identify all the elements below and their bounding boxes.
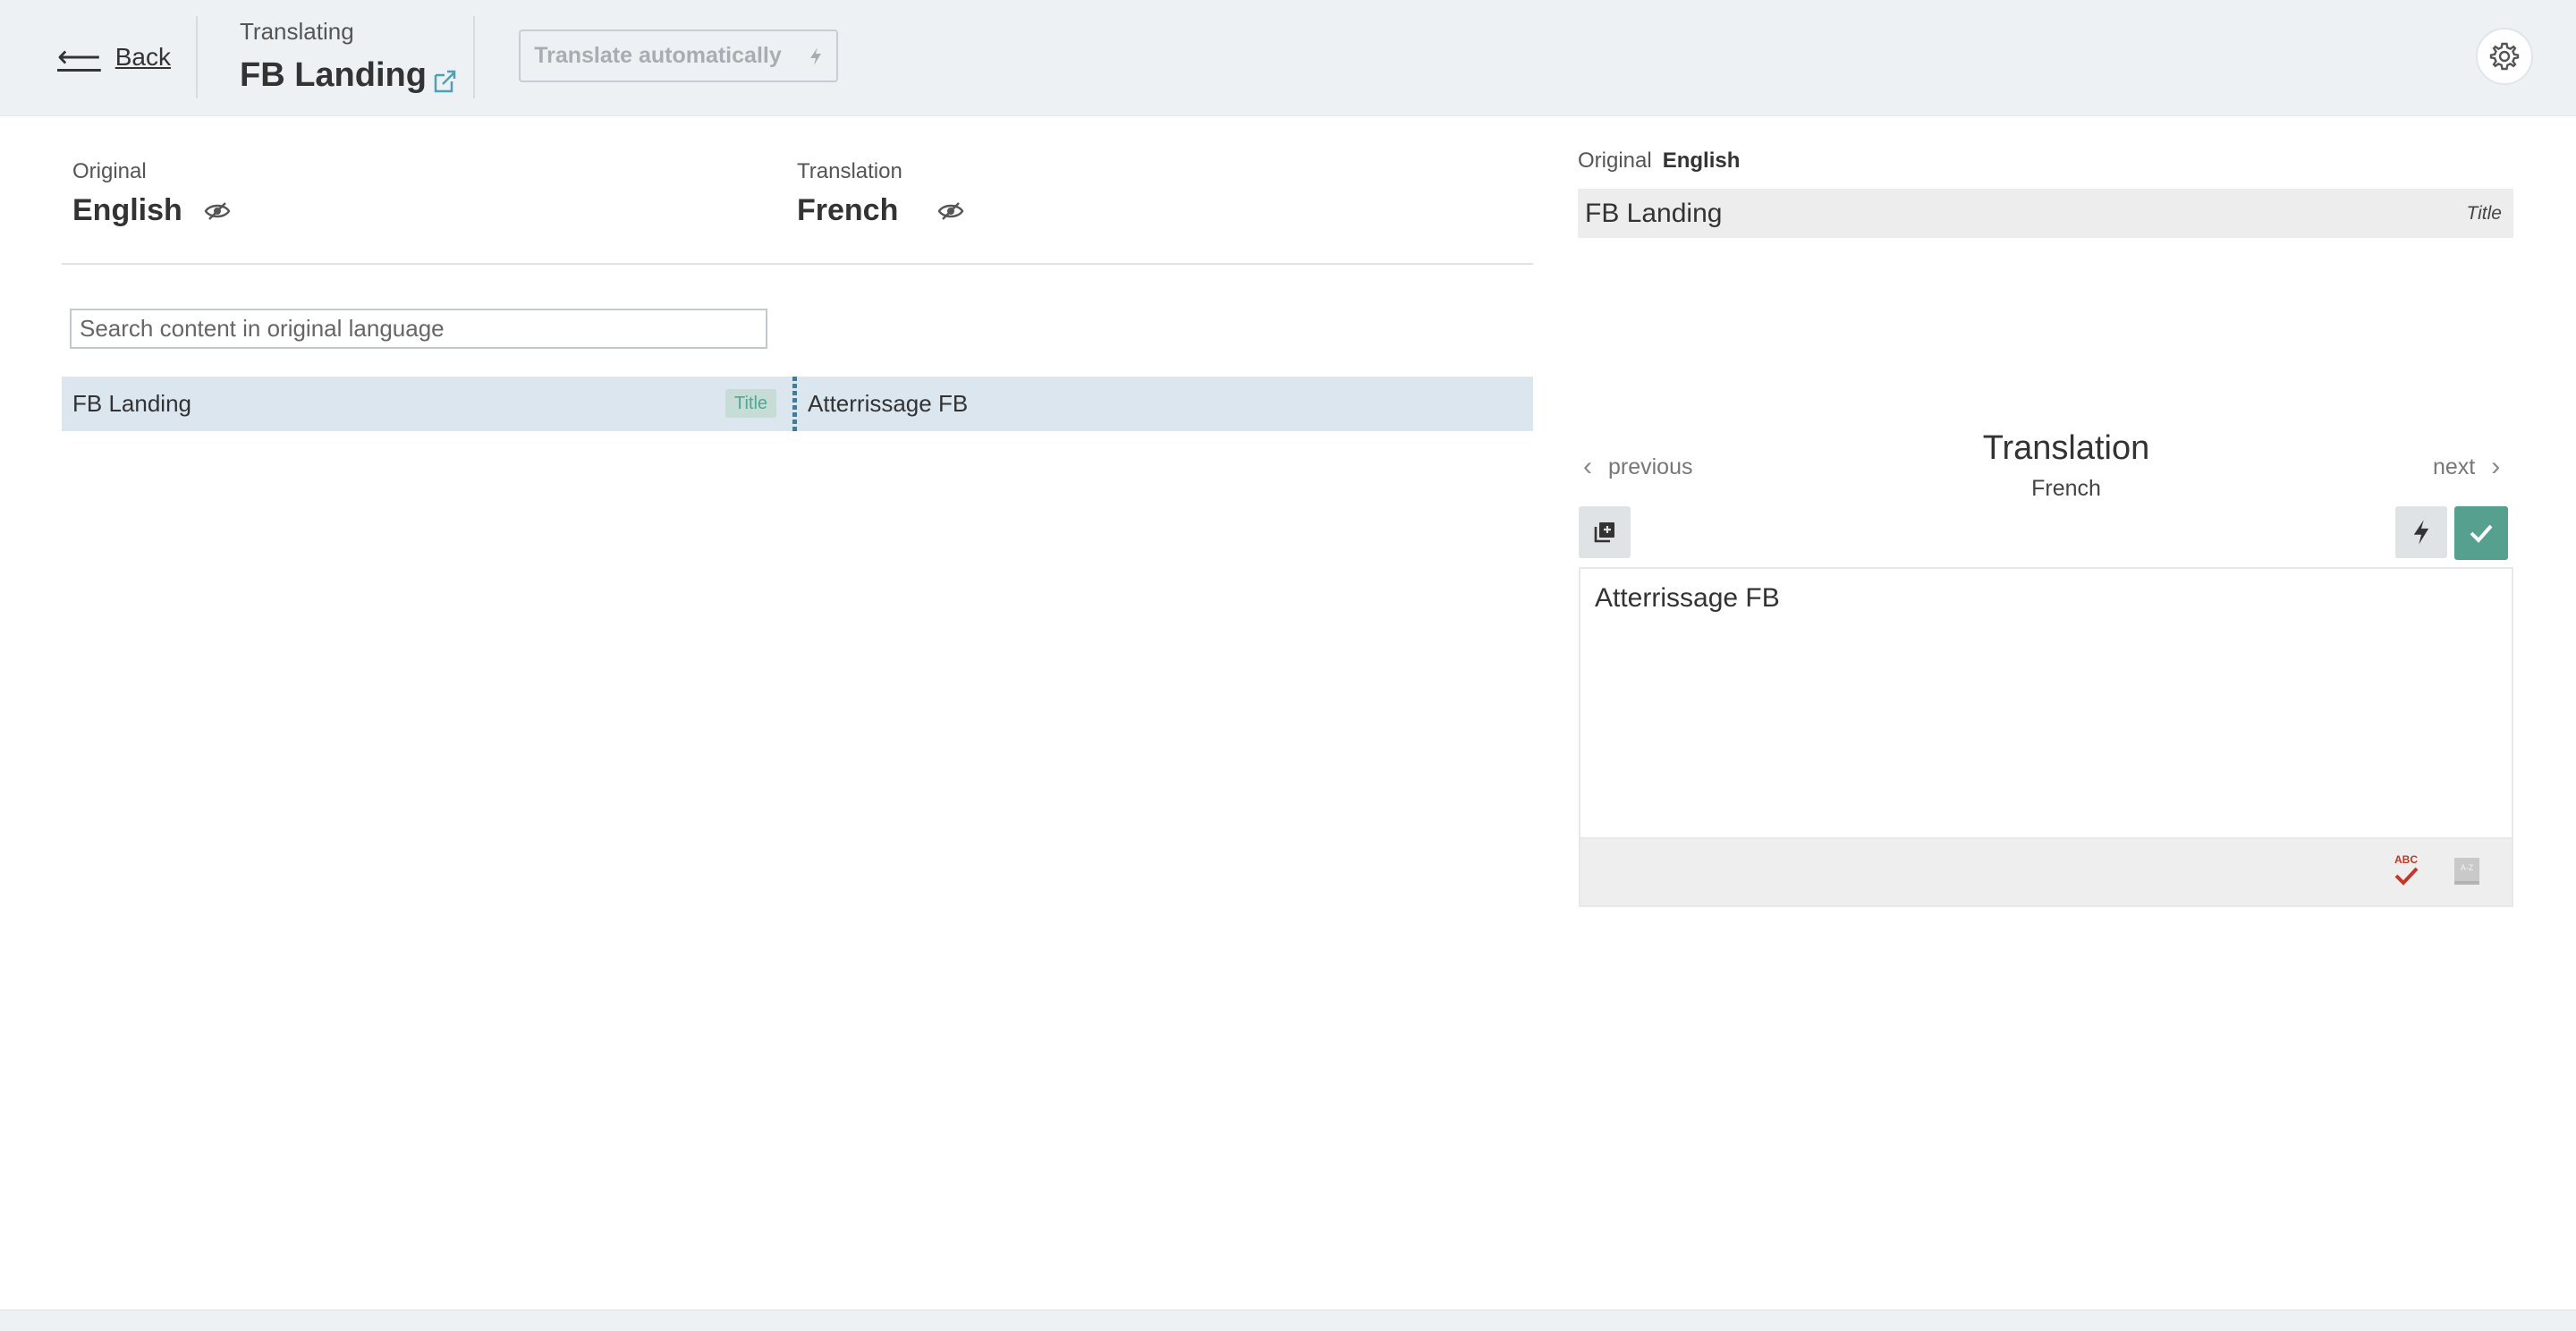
row-type-badge: Title xyxy=(725,389,777,418)
top-bar: ⟵ Back Translating FB Landing Translate … xyxy=(0,0,2576,116)
spellcheck-icon[interactable]: ABC xyxy=(2391,852,2421,888)
settings-button[interactable] xyxy=(2476,28,2533,85)
bottom-bar xyxy=(0,1310,2576,1331)
editor-toolbar xyxy=(1579,837,2513,907)
panel-original-label: Original xyxy=(1578,148,1652,173)
panel-original-text: FB Landing xyxy=(1585,198,1723,228)
page-title: FB Landing xyxy=(240,56,457,95)
original-language: English xyxy=(72,193,231,228)
dictionary-icon[interactable]: A-Z xyxy=(2453,856,2481,886)
original-column-header: Original English xyxy=(72,159,231,228)
panel-translation-language: French xyxy=(2031,476,2101,501)
translation-editor[interactable]: Atterrissage FB xyxy=(1579,567,2513,837)
search-input[interactable] xyxy=(70,309,767,349)
row-original-text: FB Landing xyxy=(72,390,191,417)
divider xyxy=(473,16,475,98)
next-button[interactable]: next › xyxy=(2433,452,2500,482)
copy-original-button[interactable] xyxy=(1579,506,1631,558)
previous-button[interactable]: ‹ previous xyxy=(1583,452,1693,482)
back-label: Back xyxy=(114,43,171,71)
auto-translate-segment-button[interactable] xyxy=(2395,506,2447,558)
panel-original-box: FB Landing Title xyxy=(1578,189,2513,238)
page-overline: Translating xyxy=(240,18,354,45)
chevron-right-icon: › xyxy=(2491,452,2501,481)
original-language-name: English xyxy=(72,193,182,227)
chevron-left-icon: ‹ xyxy=(1583,452,1592,481)
previous-label: previous xyxy=(1608,454,1693,479)
panel-original-tag: Title xyxy=(2466,202,2503,224)
panel-original-language: English xyxy=(1662,148,1741,173)
panel-original-header: Original English xyxy=(1578,148,1740,174)
arrow-left-icon: ⟵ xyxy=(57,40,101,74)
bolt-icon xyxy=(809,47,821,65)
title-block: Translating FB Landing xyxy=(240,18,457,95)
translation-column-label: Translation xyxy=(797,159,902,183)
back-button[interactable]: ⟵ Back xyxy=(57,39,171,75)
translation-language-name: French xyxy=(797,193,899,227)
spellcheck-icon-text: ABC xyxy=(2394,853,2418,866)
project-title: FB Landing xyxy=(240,56,427,94)
translate-automatically-button[interactable]: Translate automatically xyxy=(519,30,838,82)
check-icon xyxy=(2470,524,2493,543)
translation-editor-text: Atterrissage FB xyxy=(1595,583,1780,613)
dictionary-icon-text: A-Z xyxy=(2461,863,2474,872)
row-translation-text: Atterrissage FB xyxy=(808,390,969,417)
table-row[interactable]: FB Landing Title Atterrissage FB xyxy=(62,377,1533,431)
copy-icon xyxy=(1594,522,1614,543)
eye-off-icon[interactable] xyxy=(204,201,231,221)
confirm-button[interactable] xyxy=(2454,506,2508,560)
external-link-icon[interactable] xyxy=(432,68,457,93)
eye-off-icon[interactable] xyxy=(937,201,964,221)
gear-icon xyxy=(2489,42,2520,71)
original-column-label: Original xyxy=(72,159,147,183)
translation-language: French xyxy=(797,193,964,228)
translation-column-header: Translation French xyxy=(797,159,964,228)
row-separator xyxy=(792,377,797,431)
panel-translation-title: Translation xyxy=(1982,429,2150,467)
divider xyxy=(62,263,1533,265)
translate-automatically-label: Translate automatically xyxy=(534,43,782,68)
bolt-icon xyxy=(2413,520,2429,545)
next-label: next xyxy=(2433,454,2476,479)
divider xyxy=(196,16,198,98)
